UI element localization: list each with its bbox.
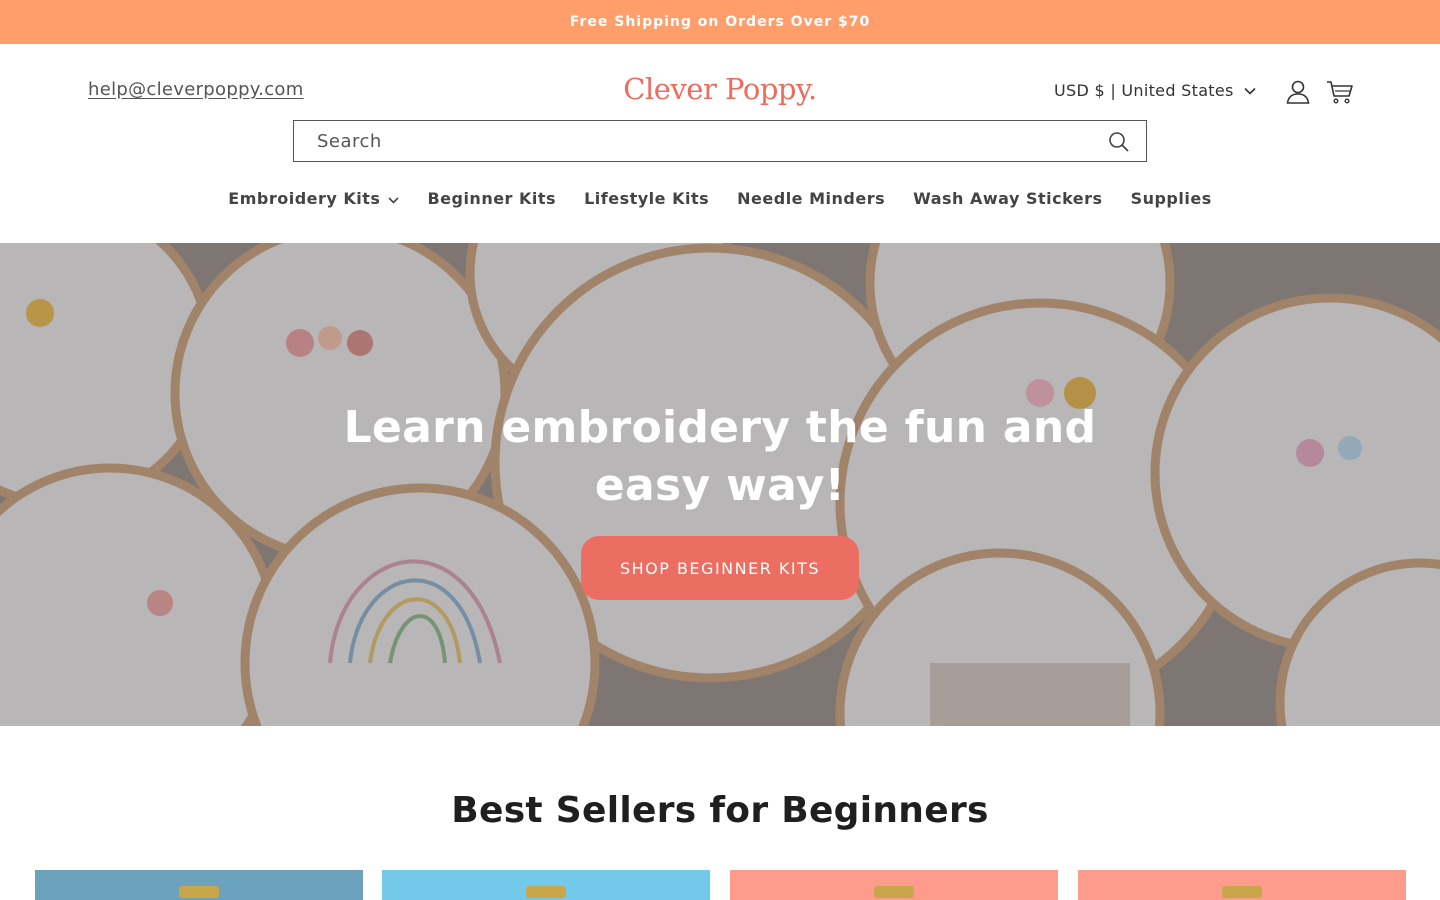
hero-title: Learn embroidery the fun and easy way! [343,402,1097,511]
currency-label: USD $ | United States [1054,81,1234,100]
main-nav: Embroidery Kits Beginner Kits Lifestyle … [0,186,1440,210]
nav-item-label: Needle Minders [737,188,886,208]
hoop-image [1222,886,1262,898]
nav-item-label: Wash Away Stickers [913,188,1103,208]
nav-item-wash-away-stickers[interactable]: Wash Away Stickers [913,186,1102,210]
nav-item-lifestyle-kits[interactable]: Lifestyle Kits [584,186,709,210]
nav-item-label: Embroidery Kits [228,188,381,208]
nav-item-beginner-kits[interactable]: Beginner Kits [427,186,556,210]
hoop-image [179,886,219,898]
nav-item-supplies[interactable]: Supplies [1131,186,1212,210]
product-grid [0,870,1440,900]
hoop-image [874,886,914,898]
hoop-image [526,886,566,898]
cart-icon[interactable] [1326,78,1354,106]
search-icon[interactable] [1108,131,1130,157]
site-logo[interactable]: Clever Poppy. [600,72,840,106]
nav-item-label: Lifestyle Kits [584,188,710,208]
nav-item-label: Beginner Kits [427,188,557,208]
search-input[interactable] [317,130,1077,152]
account-icon[interactable] [1284,78,1312,106]
product-card[interactable] [1078,870,1406,900]
announcement-text: Free Shipping on Orders Over $70 [569,14,871,30]
chevron-down-icon [1244,87,1256,95]
product-card[interactable] [382,870,710,900]
search-bar [293,120,1147,162]
product-card[interactable] [730,870,1058,900]
hero-banner: Learn embroidery the fun and easy way! S… [0,243,1440,726]
shop-beginner-kits-button[interactable]: SHOP BEGINNER KITS [581,536,859,600]
email-link[interactable]: help@cleverpoppy.com [88,79,304,100]
announcement-bar: Free Shipping on Orders Over $70 [0,0,1440,44]
currency-selector[interactable]: USD $ | United States [1054,81,1256,100]
nav-item-embroidery-kits[interactable]: Embroidery Kits [228,186,400,210]
product-card[interactable] [35,870,363,900]
chevron-down-icon [388,189,400,208]
nav-item-needle-minders[interactable]: Needle Minders [737,186,885,210]
nav-item-label: Supplies [1130,188,1212,208]
best-sellers-title: Best Sellers for Beginners [451,790,989,831]
